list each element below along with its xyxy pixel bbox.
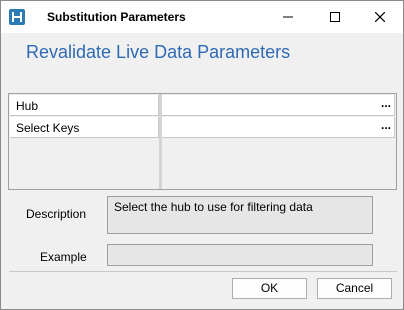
minimize-button[interactable] bbox=[265, 1, 311, 33]
parameters-grid: Hub Select Keys ... ... bbox=[8, 93, 397, 190]
ok-button[interactable]: OK bbox=[232, 278, 307, 299]
window-title: Substitution Parameters bbox=[47, 10, 186, 24]
footer-separator bbox=[9, 271, 397, 272]
parameter-name: Select Keys bbox=[16, 121, 80, 135]
description-box: Select the hub to use for filtering data bbox=[107, 196, 373, 234]
parameter-value-cell-select-keys[interactable]: ... bbox=[162, 117, 395, 138]
dialog-window: Substitution Parameters Revalidate Live … bbox=[0, 0, 404, 310]
parameter-value-column: ... ... bbox=[162, 95, 395, 188]
description-label: Description bbox=[26, 207, 87, 221]
parameter-name-cell-hub[interactable]: Hub bbox=[10, 95, 159, 116]
parameter-name-cell-select-keys[interactable]: Select Keys bbox=[10, 117, 159, 138]
close-button[interactable] bbox=[357, 1, 403, 33]
parameter-value-cell-hub[interactable]: ... bbox=[162, 95, 395, 116]
browse-button-hub[interactable]: ... bbox=[381, 96, 391, 110]
description-text: Select the hub to use for filtering data bbox=[114, 200, 313, 214]
parameter-name: Hub bbox=[16, 99, 39, 113]
maximize-icon bbox=[330, 12, 340, 22]
close-icon bbox=[375, 12, 385, 22]
maximize-button[interactable] bbox=[312, 1, 358, 33]
example-box bbox=[107, 244, 373, 266]
minimize-icon bbox=[283, 16, 293, 18]
example-label: Example bbox=[40, 250, 87, 264]
app-h-icon bbox=[9, 9, 25, 25]
title-bar[interactable]: Substitution Parameters bbox=[1, 1, 403, 33]
cancel-button[interactable]: Cancel bbox=[317, 278, 392, 299]
browse-button-select-keys[interactable]: ... bbox=[381, 118, 391, 132]
parameter-name-column: Hub Select Keys bbox=[10, 95, 159, 188]
dialog-heading: Revalidate Live Data Parameters bbox=[26, 42, 291, 62]
